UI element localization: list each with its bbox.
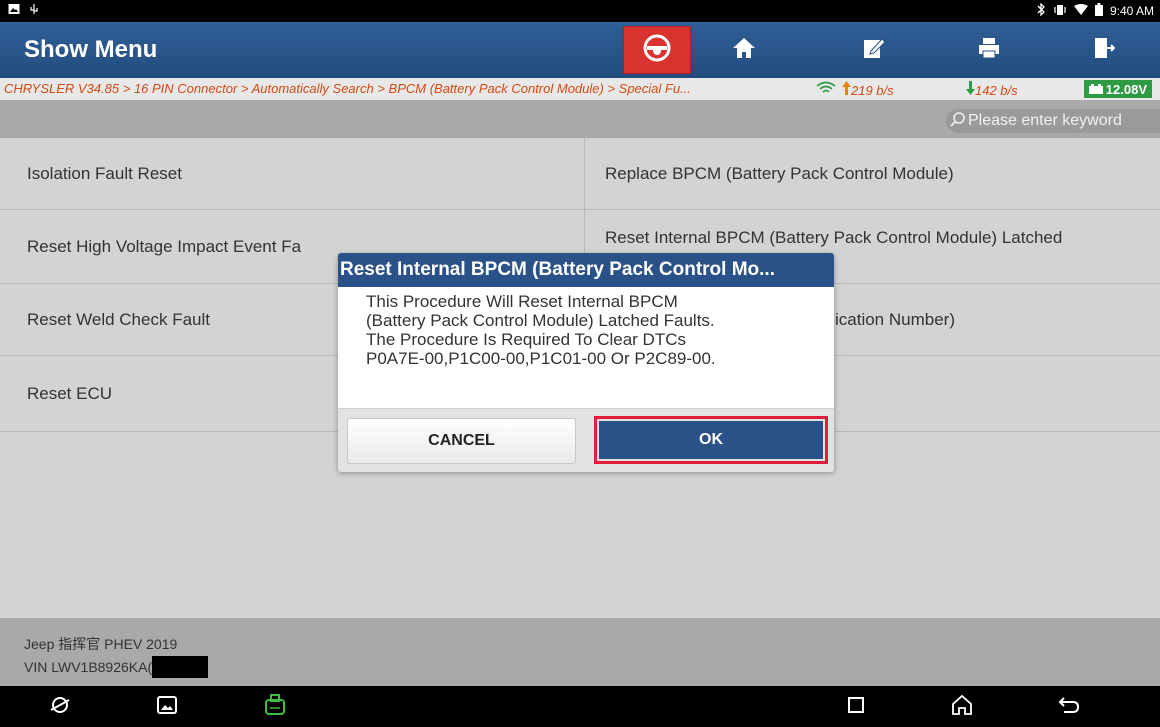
exit-door-icon bbox=[1093, 36, 1116, 65]
vci-icon bbox=[264, 693, 286, 721]
vin-row: VIN LWV1B8926KA( bbox=[24, 656, 209, 678]
dialog-message-line: P0A7E-00,P1C00-00,P1C01-00 Or P2C89-00. bbox=[366, 349, 716, 368]
browser-icon bbox=[49, 694, 71, 721]
download-speed-value: 142 b/s bbox=[975, 83, 1018, 98]
status-bar: 9:40 AM bbox=[0, 0, 1160, 22]
download-arrow-icon bbox=[966, 81, 975, 95]
search-bar: Please enter keyword bbox=[0, 100, 1160, 138]
menu-item-label: ication Number) bbox=[835, 309, 955, 329]
menu-item-label: Reset Internal BPCM (Battery Pack Contro… bbox=[605, 228, 1063, 247]
printer-icon bbox=[977, 36, 1001, 65]
edit-note-icon bbox=[862, 36, 886, 65]
ok-button[interactable]: OK bbox=[599, 421, 823, 459]
voltage-badge: 12.08V bbox=[1083, 80, 1152, 98]
app-header: Show Menu bbox=[0, 22, 1160, 78]
menu-item-label: Reset Weld Check Fault bbox=[27, 309, 210, 329]
car-battery-icon bbox=[1088, 82, 1103, 97]
confirm-dialog: Reset Internal BPCM (Battery Pack Contro… bbox=[338, 253, 834, 472]
battery-icon bbox=[1094, 3, 1103, 19]
usb-notification-icon bbox=[28, 3, 40, 18]
breadcrumb-bar: CHRYSLER V34.85 > 16 PIN Connector > Aut… bbox=[0, 78, 1160, 100]
menu-item-label: Reset ECU bbox=[27, 383, 113, 403]
steering-wheel-icon bbox=[642, 33, 672, 68]
search-placeholder: Please enter keyword bbox=[968, 112, 1122, 129]
dialog-message-line: The Procedure Is Required To Clear DTCs bbox=[366, 330, 686, 349]
dialog-message: This Procedure Will Reset Internal BPCM … bbox=[366, 292, 816, 368]
recents-square-icon bbox=[847, 696, 865, 719]
wifi-icon bbox=[1073, 3, 1088, 19]
home-outline-icon bbox=[951, 694, 973, 721]
dialog-button-row: CANCEL OK bbox=[338, 408, 834, 472]
cancel-button[interactable]: CANCEL bbox=[347, 418, 576, 464]
recents-button[interactable] bbox=[843, 694, 869, 720]
upload-speed-value: 219 b/s bbox=[851, 83, 894, 98]
image-notification-icon bbox=[8, 3, 20, 18]
voltage-value: 12.08V bbox=[1105, 81, 1147, 97]
menu-item-label: Isolation Fault Reset bbox=[27, 163, 182, 183]
search-input[interactable]: Please enter keyword bbox=[946, 109, 1160, 133]
gallery-button[interactable] bbox=[154, 694, 180, 720]
status-time: 9:40 AM bbox=[1109, 4, 1154, 18]
ok-button-highlight: OK bbox=[594, 416, 828, 464]
vin-text: VIN LWV1B8926KA( bbox=[24, 659, 153, 675]
search-icon bbox=[950, 111, 966, 132]
vibrate-icon bbox=[1053, 4, 1067, 19]
dialog-message-line: This Procedure Will Reset Internal BPCM bbox=[366, 292, 678, 311]
menu-item-replace-bpcm[interactable]: Replace BPCM (Battery Pack Control Modul… bbox=[584, 138, 1160, 210]
download-speed: 142 b/s bbox=[966, 81, 1018, 98]
vehicle-connect-button[interactable] bbox=[623, 26, 691, 74]
exit-button[interactable] bbox=[1070, 26, 1138, 74]
page-title: Show Menu bbox=[24, 36, 158, 63]
menu-item-label: Replace BPCM (Battery Pack Control Modul… bbox=[605, 163, 954, 183]
home-button[interactable] bbox=[710, 26, 778, 74]
gallery-icon bbox=[157, 695, 177, 719]
signal-icon bbox=[816, 81, 836, 98]
menu-item-isolation-fault-reset[interactable]: Isolation Fault Reset bbox=[0, 138, 584, 210]
vehicle-name: Jeep 指挥官 PHEV 2019 bbox=[24, 636, 178, 652]
browser-button[interactable] bbox=[47, 694, 73, 720]
upload-arrow-icon bbox=[842, 81, 851, 95]
vin-redaction bbox=[152, 656, 209, 678]
dialog-title: Reset Internal BPCM (Battery Pack Contro… bbox=[338, 253, 834, 287]
dialog-message-line: (Battery Pack Control Module) Latched Fa… bbox=[366, 311, 715, 330]
print-button[interactable] bbox=[955, 26, 1023, 74]
back-arrow-icon bbox=[1058, 695, 1080, 720]
vci-button[interactable] bbox=[262, 693, 288, 721]
vehicle-info-footer: Jeep 指挥官 PHEV 2019 VIN LWV1B8926KA( bbox=[0, 618, 1160, 686]
back-button[interactable] bbox=[1056, 694, 1082, 720]
home-icon bbox=[732, 37, 756, 64]
breadcrumb: CHRYSLER V34.85 > 16 PIN Connector > Aut… bbox=[4, 81, 691, 96]
home-nav-button[interactable] bbox=[949, 694, 975, 720]
report-button[interactable] bbox=[840, 26, 908, 74]
upload-speed: 219 b/s bbox=[842, 81, 894, 98]
navigation-bar bbox=[0, 686, 1160, 727]
bluetooth-icon bbox=[1036, 2, 1046, 19]
menu-item-label: Reset High Voltage Impact Event Fa bbox=[27, 236, 302, 256]
